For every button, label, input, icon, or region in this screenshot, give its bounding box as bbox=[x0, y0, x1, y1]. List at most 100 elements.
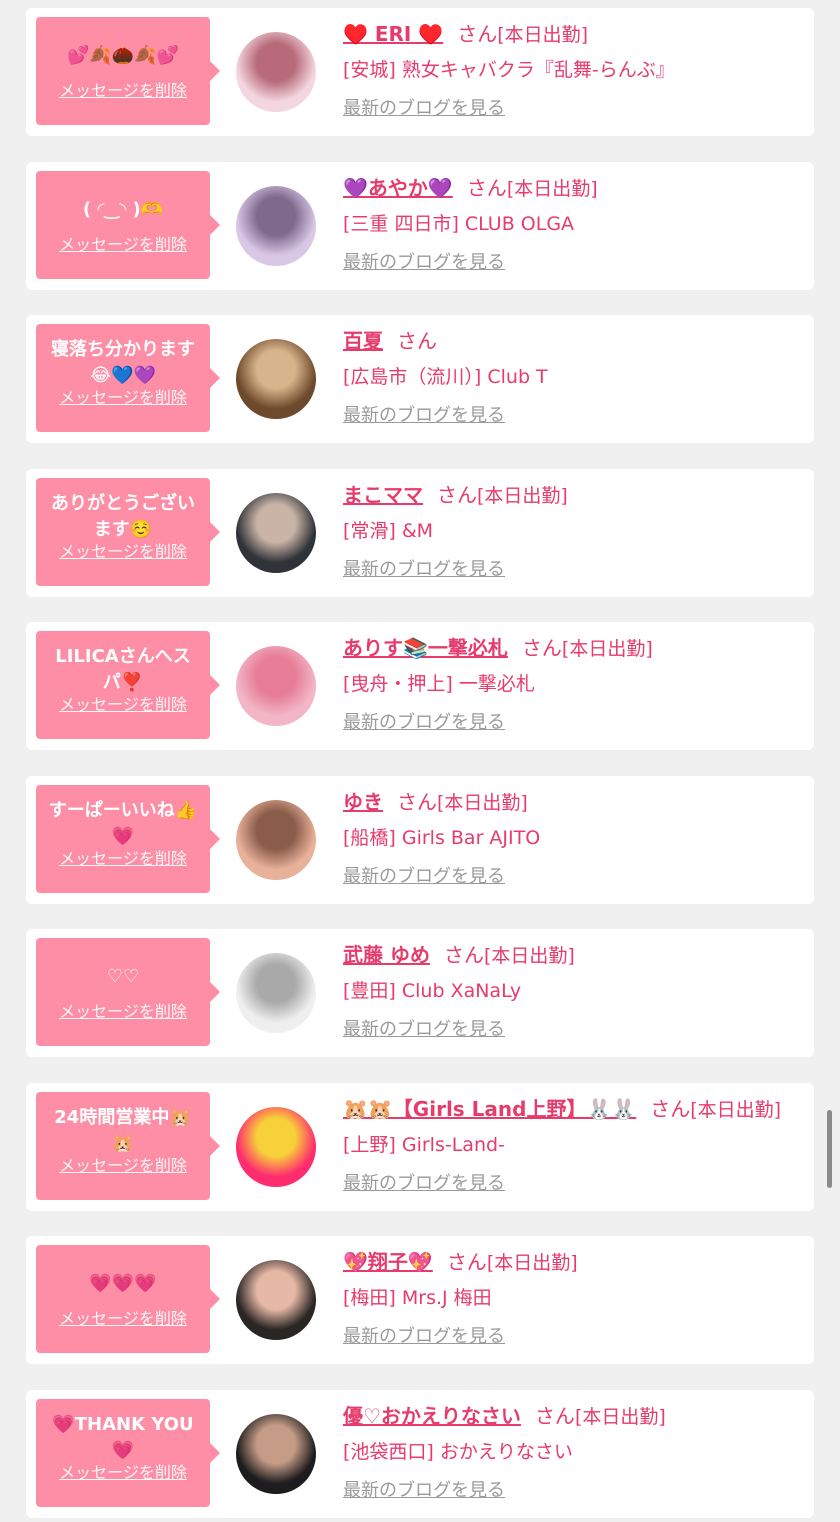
message-bubble: 💗THANK YOU💗 メッセージを削除 bbox=[36, 1399, 220, 1507]
latest-blog-link[interactable]: 最新のブログを見る bbox=[343, 1476, 505, 1502]
cast-info: 優♡おかえりなさい さん[本日出勤] [池袋西口] おかえりなさい最新のブログを見る bbox=[343, 1400, 804, 1502]
delete-message-button[interactable]: メッセージを削除 bbox=[36, 231, 210, 255]
cast-name-link[interactable]: 💜あやか💜 bbox=[343, 176, 453, 200]
delete-message-button[interactable]: メッセージを削除 bbox=[36, 1305, 210, 1329]
cast-name-link[interactable]: 🐹🐹【Girls Land上野】🐰🐰 bbox=[343, 1097, 636, 1121]
cast-info: ありす📚一撃必札 さん[本日出勤] [曳舟・押上] 一撃必札 最新のブログを見る bbox=[343, 632, 804, 734]
avatar[interactable] bbox=[236, 32, 316, 112]
shop-label: [三重 四日市] CLUB OLGA bbox=[343, 213, 575, 235]
honorific-label: さん bbox=[446, 1250, 487, 1274]
shop-label: [船橋] Girls Bar AJITO bbox=[343, 827, 541, 849]
cast-name-link[interactable]: ありす📚一撃必札 bbox=[343, 636, 508, 660]
delete-message-button[interactable]: メッセージを削除 bbox=[36, 538, 210, 562]
shop-label: [広島市（流川）] Club T bbox=[343, 366, 548, 388]
delete-message-button[interactable]: メッセージを削除 bbox=[36, 1152, 210, 1176]
status-badge: [本日出勤] bbox=[477, 485, 568, 507]
status-badge: [本日出勤] bbox=[690, 1099, 782, 1121]
cast-name-link[interactable]: ♥️ ERI ♥️ bbox=[343, 22, 443, 46]
message-card: ( ◜‿◝ )🫶 メッセージを削除 💜あやか💜 さん[本日出勤] [三重 四日市] CL… bbox=[26, 162, 814, 290]
latest-blog-link[interactable]: 最新のブログを見る bbox=[343, 708, 505, 734]
name-line: 百夏 さん bbox=[343, 325, 804, 361]
name-line: 💜あやか💜 さん[本日出勤] bbox=[343, 172, 804, 208]
latest-blog-link[interactable]: 最新のブログを見る bbox=[343, 1015, 505, 1041]
honorific-label: さん bbox=[521, 636, 562, 660]
scrollbar[interactable] bbox=[827, 1110, 832, 1188]
name-line: 💖翔子💖 さん[本日出勤] bbox=[343, 1246, 804, 1282]
name-line: 武藤 ゆめ さん[本日出勤] bbox=[343, 939, 804, 975]
cast-name-link[interactable]: ゆき bbox=[343, 790, 383, 814]
status-badge: [本日出勤] bbox=[497, 24, 589, 46]
message-card: 💕🍂🌰🍂💕 メッセージを削除 ♥️ ERI ♥️ さん[本日出勤] [安城] 熟女キャバ… bbox=[26, 8, 814, 136]
shop-label: [上野] Girls-Land- bbox=[343, 1134, 505, 1156]
avatar[interactable] bbox=[236, 1414, 316, 1494]
message-bubble: ♡♡ メッセージを削除 bbox=[36, 938, 220, 1046]
cast-info: まこママ さん[本日出勤] [常滑] &M 最新のブログを見る bbox=[343, 479, 804, 581]
message-card: 💗THANK YOU💗 メッセージを削除 優♡おかえりなさい さん[本日出勤] [池袋西… bbox=[26, 1390, 814, 1518]
message-card: ありがとうござい ます☺️ メッセージを削除 まこママ さん[本日出勤] [常滑] &M… bbox=[26, 469, 814, 597]
message-bubble: ありがとうござい ます☺️ メッセージを削除 bbox=[36, 478, 220, 586]
honorific-label: さん bbox=[650, 1097, 691, 1121]
delete-message-button[interactable]: メッセージを削除 bbox=[36, 691, 210, 715]
message-card: LILICAさんへス パ❣️ メッセージを削除 ありす📚一撃必札 さん[本日出勤] [曳… bbox=[26, 622, 814, 750]
cast-name-link[interactable]: まこママ bbox=[343, 483, 423, 507]
message-card: 寝落ち分かります 😂💙💜 メッセージを削除 百夏 さん [広島市（流川）] Club T… bbox=[26, 315, 814, 443]
message-bubble: 💗💗💗 メッセージを削除 bbox=[36, 1245, 220, 1353]
cast-info: ゆき さん[本日出勤] [船橋] Girls Bar AJITO 最新のブログを見る bbox=[343, 786, 804, 888]
latest-blog-link[interactable]: 最新のブログを見る bbox=[343, 248, 505, 274]
message-bubble: 寝落ち分かります 😂💙💜 メッセージを削除 bbox=[36, 324, 220, 432]
name-line: 優♡おかえりなさい さん[本日出勤] bbox=[343, 1400, 804, 1436]
cast-name-link[interactable]: 武藤 ゆめ bbox=[343, 943, 430, 967]
name-line: まこママ さん[本日出勤] bbox=[343, 479, 804, 515]
name-line: 🐹🐹【Girls Land上野】🐰🐰 さん[本日出勤] bbox=[343, 1093, 804, 1129]
status-badge: [本日出勤] bbox=[506, 178, 598, 200]
avatar[interactable] bbox=[236, 646, 316, 726]
latest-blog-link[interactable]: 最新のブログを見る bbox=[343, 94, 505, 120]
honorific-label: さん bbox=[534, 1404, 575, 1428]
message-bubble: 💕🍂🌰🍂💕 メッセージを削除 bbox=[36, 17, 220, 125]
message-bubble: LILICAさんへス パ❣️ メッセージを削除 bbox=[36, 631, 220, 739]
status-badge: [本日出勤] bbox=[483, 945, 575, 967]
latest-blog-link[interactable]: 最新のブログを見る bbox=[343, 1322, 505, 1348]
name-line: ゆき さん[本日出勤] bbox=[343, 786, 804, 822]
avatar[interactable] bbox=[236, 800, 316, 880]
message-bubble: 24時間営業中🐹 🐹 メッセージを削除 bbox=[36, 1092, 220, 1200]
avatar[interactable] bbox=[236, 953, 316, 1033]
message-bubble: ( ◜‿◝ )🫶 メッセージを削除 bbox=[36, 171, 220, 279]
cast-name-link[interactable]: 💖翔子💖 bbox=[343, 1250, 433, 1274]
avatar[interactable] bbox=[236, 493, 316, 573]
latest-blog-link[interactable]: 最新のブログを見る bbox=[343, 401, 505, 427]
shop-label: [常滑] &M bbox=[343, 520, 434, 542]
avatar[interactable] bbox=[236, 186, 316, 266]
avatar[interactable] bbox=[236, 339, 316, 419]
cast-info: ♥️ ERI ♥️ さん[本日出勤] [安城] 熟女キャバクラ『乱舞-らんぶ』最新の… bbox=[343, 18, 804, 120]
delete-message-button[interactable]: メッセージを削除 bbox=[36, 845, 210, 869]
cast-name-link[interactable]: 百夏 bbox=[343, 329, 383, 353]
delete-message-button[interactable]: メッセージを削除 bbox=[36, 1459, 210, 1483]
delete-message-button[interactable]: メッセージを削除 bbox=[36, 384, 210, 408]
message-card: 💗💗💗 メッセージを削除 💖翔子💖 さん[本日出勤] [梅田] Mrs.J 梅田最新のブ… bbox=[26, 1236, 814, 1364]
avatar[interactable] bbox=[236, 1260, 316, 1340]
shop-label: [豊田] Club XaNaLy bbox=[343, 980, 522, 1002]
delete-message-button[interactable]: メッセージを削除 bbox=[36, 77, 210, 101]
shop-label: [梅田] Mrs.J 梅田 bbox=[343, 1287, 492, 1309]
latest-blog-link[interactable]: 最新のブログを見る bbox=[343, 555, 505, 581]
honorific-label: さん bbox=[457, 22, 498, 46]
honorific-label: さん bbox=[397, 329, 437, 353]
message-bubble: すーぱーいいね👍 💗 メッセージを削除 bbox=[36, 785, 220, 893]
honorific-label: さん bbox=[466, 176, 507, 200]
delete-message-button[interactable]: メッセージを削除 bbox=[36, 998, 210, 1022]
honorific-label: さん bbox=[397, 790, 437, 814]
message-list: 💕🍂🌰🍂💕 メッセージを削除 ♥️ ERI ♥️ さん[本日出勤] [安城] 熟女キャバ… bbox=[0, 0, 840, 1522]
shop-label: [池袋西口] おかえりなさい bbox=[343, 1441, 573, 1463]
cast-name-link[interactable]: 優♡おかえりなさい bbox=[343, 1404, 521, 1428]
honorific-label: さん bbox=[437, 483, 477, 507]
message-card: すーぱーいいね👍 💗 メッセージを削除 ゆき さん[本日出勤] [船橋] Girls B… bbox=[26, 776, 814, 904]
avatar[interactable] bbox=[236, 1107, 316, 1187]
message-card: 24時間営業中🐹 🐹 メッセージを削除 🐹🐹【Girls Land上野】🐰🐰 さん[本… bbox=[26, 1083, 814, 1211]
latest-blog-link[interactable]: 最新のブログを見る bbox=[343, 862, 505, 888]
shop-label: [曳舟・押上] 一撃必札 bbox=[343, 673, 535, 695]
latest-blog-link[interactable]: 最新のブログを見る bbox=[343, 1169, 505, 1195]
shop-label: [安城] 熟女キャバクラ『乱舞-らんぶ』 bbox=[343, 59, 675, 81]
status-badge: [本日出勤] bbox=[486, 1252, 578, 1274]
cast-info: 💖翔子💖 さん[本日出勤] [梅田] Mrs.J 梅田最新のブログを見る bbox=[343, 1246, 804, 1348]
